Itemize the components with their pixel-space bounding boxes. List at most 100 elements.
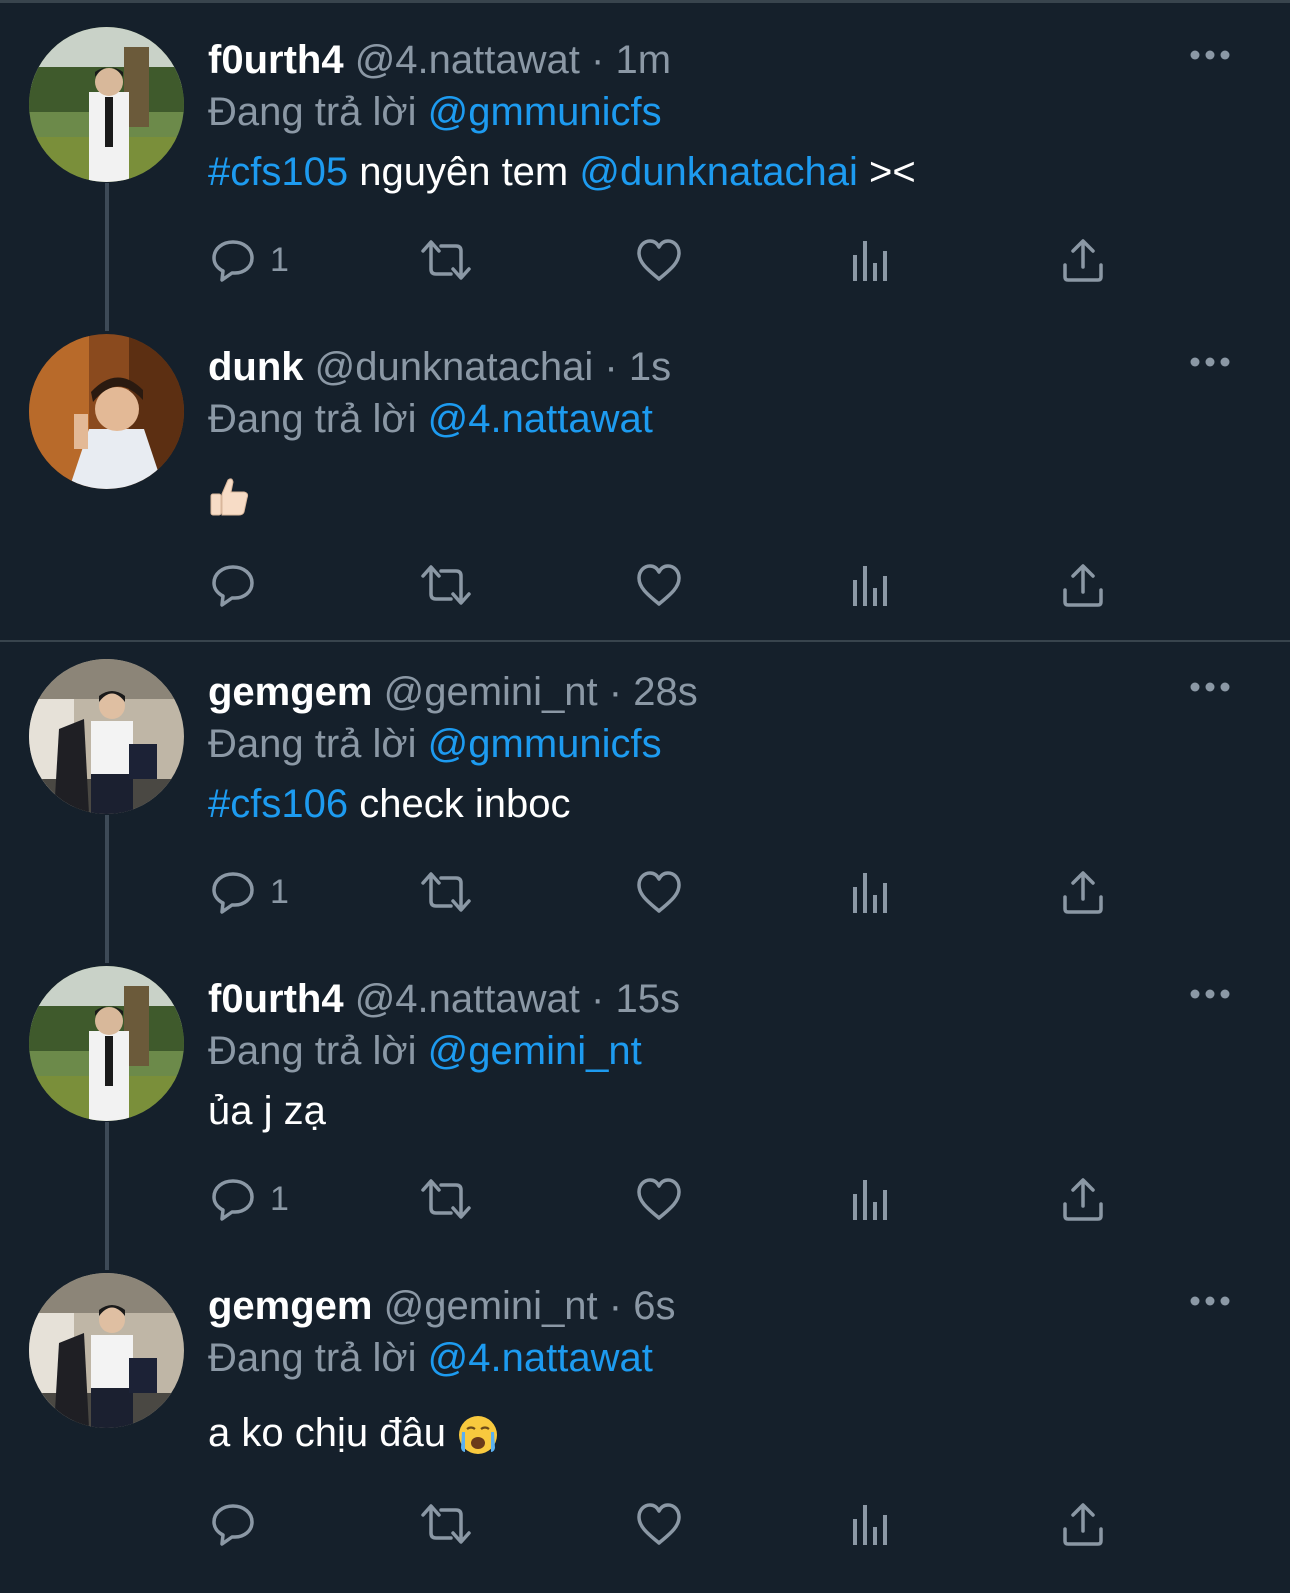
display-name[interactable]: f0urth4 [208,38,344,82]
avatar[interactable] [29,1273,184,1428]
mention-link[interactable]: @4.nattawat [428,1336,653,1380]
timestamp[interactable]: 6s [633,1284,675,1328]
retweet-button[interactable] [419,560,473,610]
more-options-icon[interactable] [1190,681,1230,693]
replying-to: Đang trả lời @gmmunicfs [208,719,662,769]
share-icon [1063,1503,1103,1546]
mention-link[interactable]: @gemini_nt [428,1029,642,1073]
views-button[interactable] [851,1174,891,1224]
replying-to: Đang trả lời @4.nattawat [208,1333,653,1383]
tweet-text [208,469,252,519]
separator: · [591,977,605,1021]
like-button[interactable] [635,560,683,610]
retweet-button[interactable] [419,1174,473,1224]
reply-count: 1 [270,872,289,911]
text-fragment: check inboc [348,782,571,826]
retweet-icon [421,1179,471,1219]
display-name[interactable]: dunk [208,345,304,389]
user-handle[interactable]: @4.nattawat [355,977,580,1021]
avatar[interactable] [29,659,184,814]
crying-face-emoji [459,1416,498,1455]
share-button[interactable] [1061,867,1105,917]
analytics-icon [853,241,887,281]
tweet-text: a ko chịu đâu [208,1408,499,1458]
more-options-icon[interactable] [1190,356,1230,368]
avatar[interactable] [29,966,184,1121]
timestamp[interactable]: 1s [629,345,671,389]
hashtag-link[interactable]: #cfs105 [208,150,348,194]
like-button[interactable] [635,1499,683,1549]
reply-button[interactable]: 1 [210,867,289,917]
text-fragment: a ko chịu đâu [208,1411,458,1455]
share-button[interactable] [1061,1174,1105,1224]
timestamp[interactable]: 1m [615,38,671,82]
replying-to: Đang trả lời @gemini_nt [208,1026,642,1076]
separator: · [608,1284,623,1328]
share-icon [1063,1178,1103,1221]
timestamp[interactable]: 28s [633,670,698,714]
text-fragment: ủa j zạ [208,1089,326,1133]
tweet-header: f0urth4 @4.nattawat · 15s [208,974,680,1024]
like-button[interactable] [635,867,683,917]
avatar[interactable] [29,27,184,182]
analytics-icon [853,566,887,606]
reply-icon [212,1179,254,1221]
views-button[interactable] [851,867,891,917]
text-fragment: nguyên tem [348,150,580,194]
tweet-text: ủa j zạ [208,1086,326,1136]
more-options-icon[interactable] [1190,49,1230,61]
replying-to-label: Đang trả lời [208,1029,417,1073]
more-options-icon[interactable] [1190,1295,1230,1307]
mention-link[interactable]: @4.nattawat [428,397,653,441]
share-button[interactable] [1061,235,1105,285]
tweet-actions [0,1499,1290,1549]
like-button[interactable] [635,1174,683,1224]
tweet-actions: 1 [0,867,1290,917]
user-handle[interactable]: @dunknatachai [315,345,594,389]
share-icon [1063,871,1103,914]
separator: · [591,38,605,82]
replying-to-label: Đang trả lời [208,722,417,766]
reply-icon [212,240,254,282]
heart-icon [637,239,681,281]
user-handle[interactable]: @gemini_nt [384,1284,598,1328]
reply-button[interactable] [210,560,270,610]
display-name[interactable]: gemgem [208,670,373,714]
reply-button[interactable]: 1 [210,235,289,285]
retweet-button[interactable] [419,867,473,917]
tweet-actions: 1 [0,235,1290,285]
top-border [0,0,1290,3]
share-button[interactable] [1061,560,1105,610]
views-button[interactable] [851,560,891,610]
tweet-text: #cfs105 nguyên tem @dunknatachai >< [208,147,916,197]
heart-icon [637,564,681,606]
display-name[interactable]: f0urth4 [208,977,344,1021]
mention-link[interactable]: @dunknatachai [579,150,858,194]
share-button[interactable] [1061,1499,1105,1549]
views-button[interactable] [851,235,891,285]
retweet-button[interactable] [419,235,473,285]
reply-icon [212,565,254,607]
user-handle[interactable]: @4.nattawat [355,38,580,82]
reply-button[interactable] [210,1499,270,1549]
reply-button[interactable]: 1 [210,1174,289,1224]
timestamp[interactable]: 15s [615,977,680,1021]
tweet-actions [0,560,1290,610]
hashtag-link[interactable]: #cfs106 [208,782,348,826]
views-button[interactable] [851,1499,891,1549]
tweet-header: gemgem @gemini_nt · 6s [208,1281,676,1331]
heart-icon [637,871,681,913]
like-button[interactable] [635,235,683,285]
retweet-button[interactable] [419,1499,473,1549]
user-handle[interactable]: @gemini_nt [384,670,598,714]
reply-count: 1 [270,240,289,279]
retweet-icon [421,1504,471,1544]
more-options-icon[interactable] [1190,988,1230,1000]
mention-link[interactable]: @gmmunicfs [428,722,662,766]
thumbs-up-emoji [210,478,249,516]
mention-link[interactable]: @gmmunicfs [428,90,662,134]
display-name[interactable]: gemgem [208,1284,373,1328]
retweet-icon [421,240,471,280]
heart-icon [637,1178,681,1220]
avatar[interactable] [29,334,184,489]
